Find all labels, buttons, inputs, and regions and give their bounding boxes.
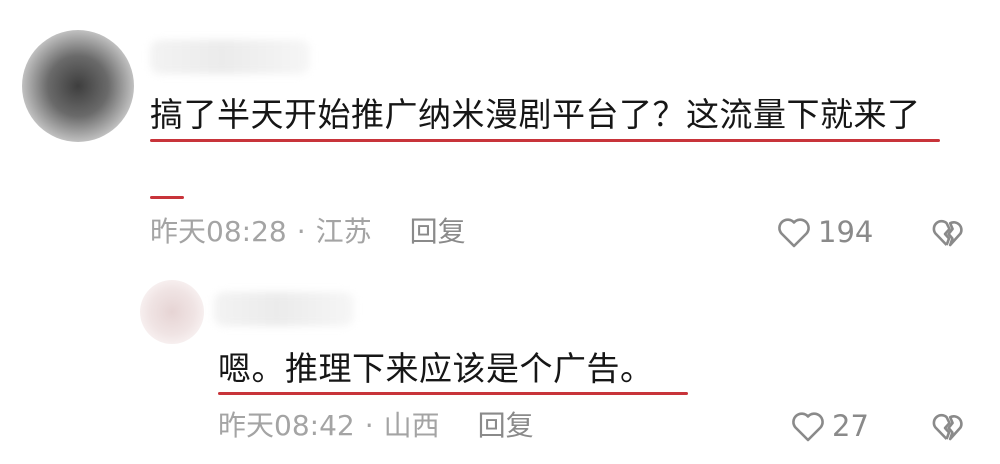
heart-outline-icon: [788, 406, 828, 446]
reply-button[interactable]: 回复: [478, 409, 534, 442]
separator-dot: ·: [296, 215, 306, 248]
annotation-underline: [150, 196, 184, 199]
like-count: 194: [818, 214, 874, 249]
heart-outline-icon: [774, 212, 814, 252]
comment-meta: 昨天08:28 · 江苏 回复: [150, 218, 466, 246]
like-count: 27: [832, 408, 869, 443]
avatar[interactable]: [22, 30, 134, 142]
annotation-underline: [218, 392, 688, 395]
comment-location: 江苏: [315, 215, 372, 248]
separator-dot: ·: [364, 409, 374, 442]
username-blurred[interactable]: [214, 292, 354, 326]
dislike-button[interactable]: [928, 406, 968, 446]
annotation-underline: [150, 139, 940, 142]
comment-meta: 昨天08:42 · 山西 回复: [218, 412, 534, 440]
broken-heart-icon: [928, 406, 968, 446]
reply-button[interactable]: 回复: [410, 215, 466, 248]
comment-time: 昨天08:28: [150, 215, 287, 248]
comment-text: 搞了半天开始推广纳米漫剧平台了？这流量下就来了: [150, 95, 921, 134]
broken-heart-icon: [928, 212, 968, 252]
comment-time: 昨天08:42: [218, 409, 355, 442]
avatar[interactable]: [140, 280, 204, 344]
like-button[interactable]: 27: [788, 406, 869, 446]
dislike-button[interactable]: [928, 212, 968, 252]
comment-text: 嗯。推理下来应该是个广告。: [218, 349, 654, 388]
comment-location: 山西: [383, 409, 440, 442]
like-button[interactable]: 194: [774, 212, 873, 252]
username-blurred[interactable]: [150, 40, 310, 74]
